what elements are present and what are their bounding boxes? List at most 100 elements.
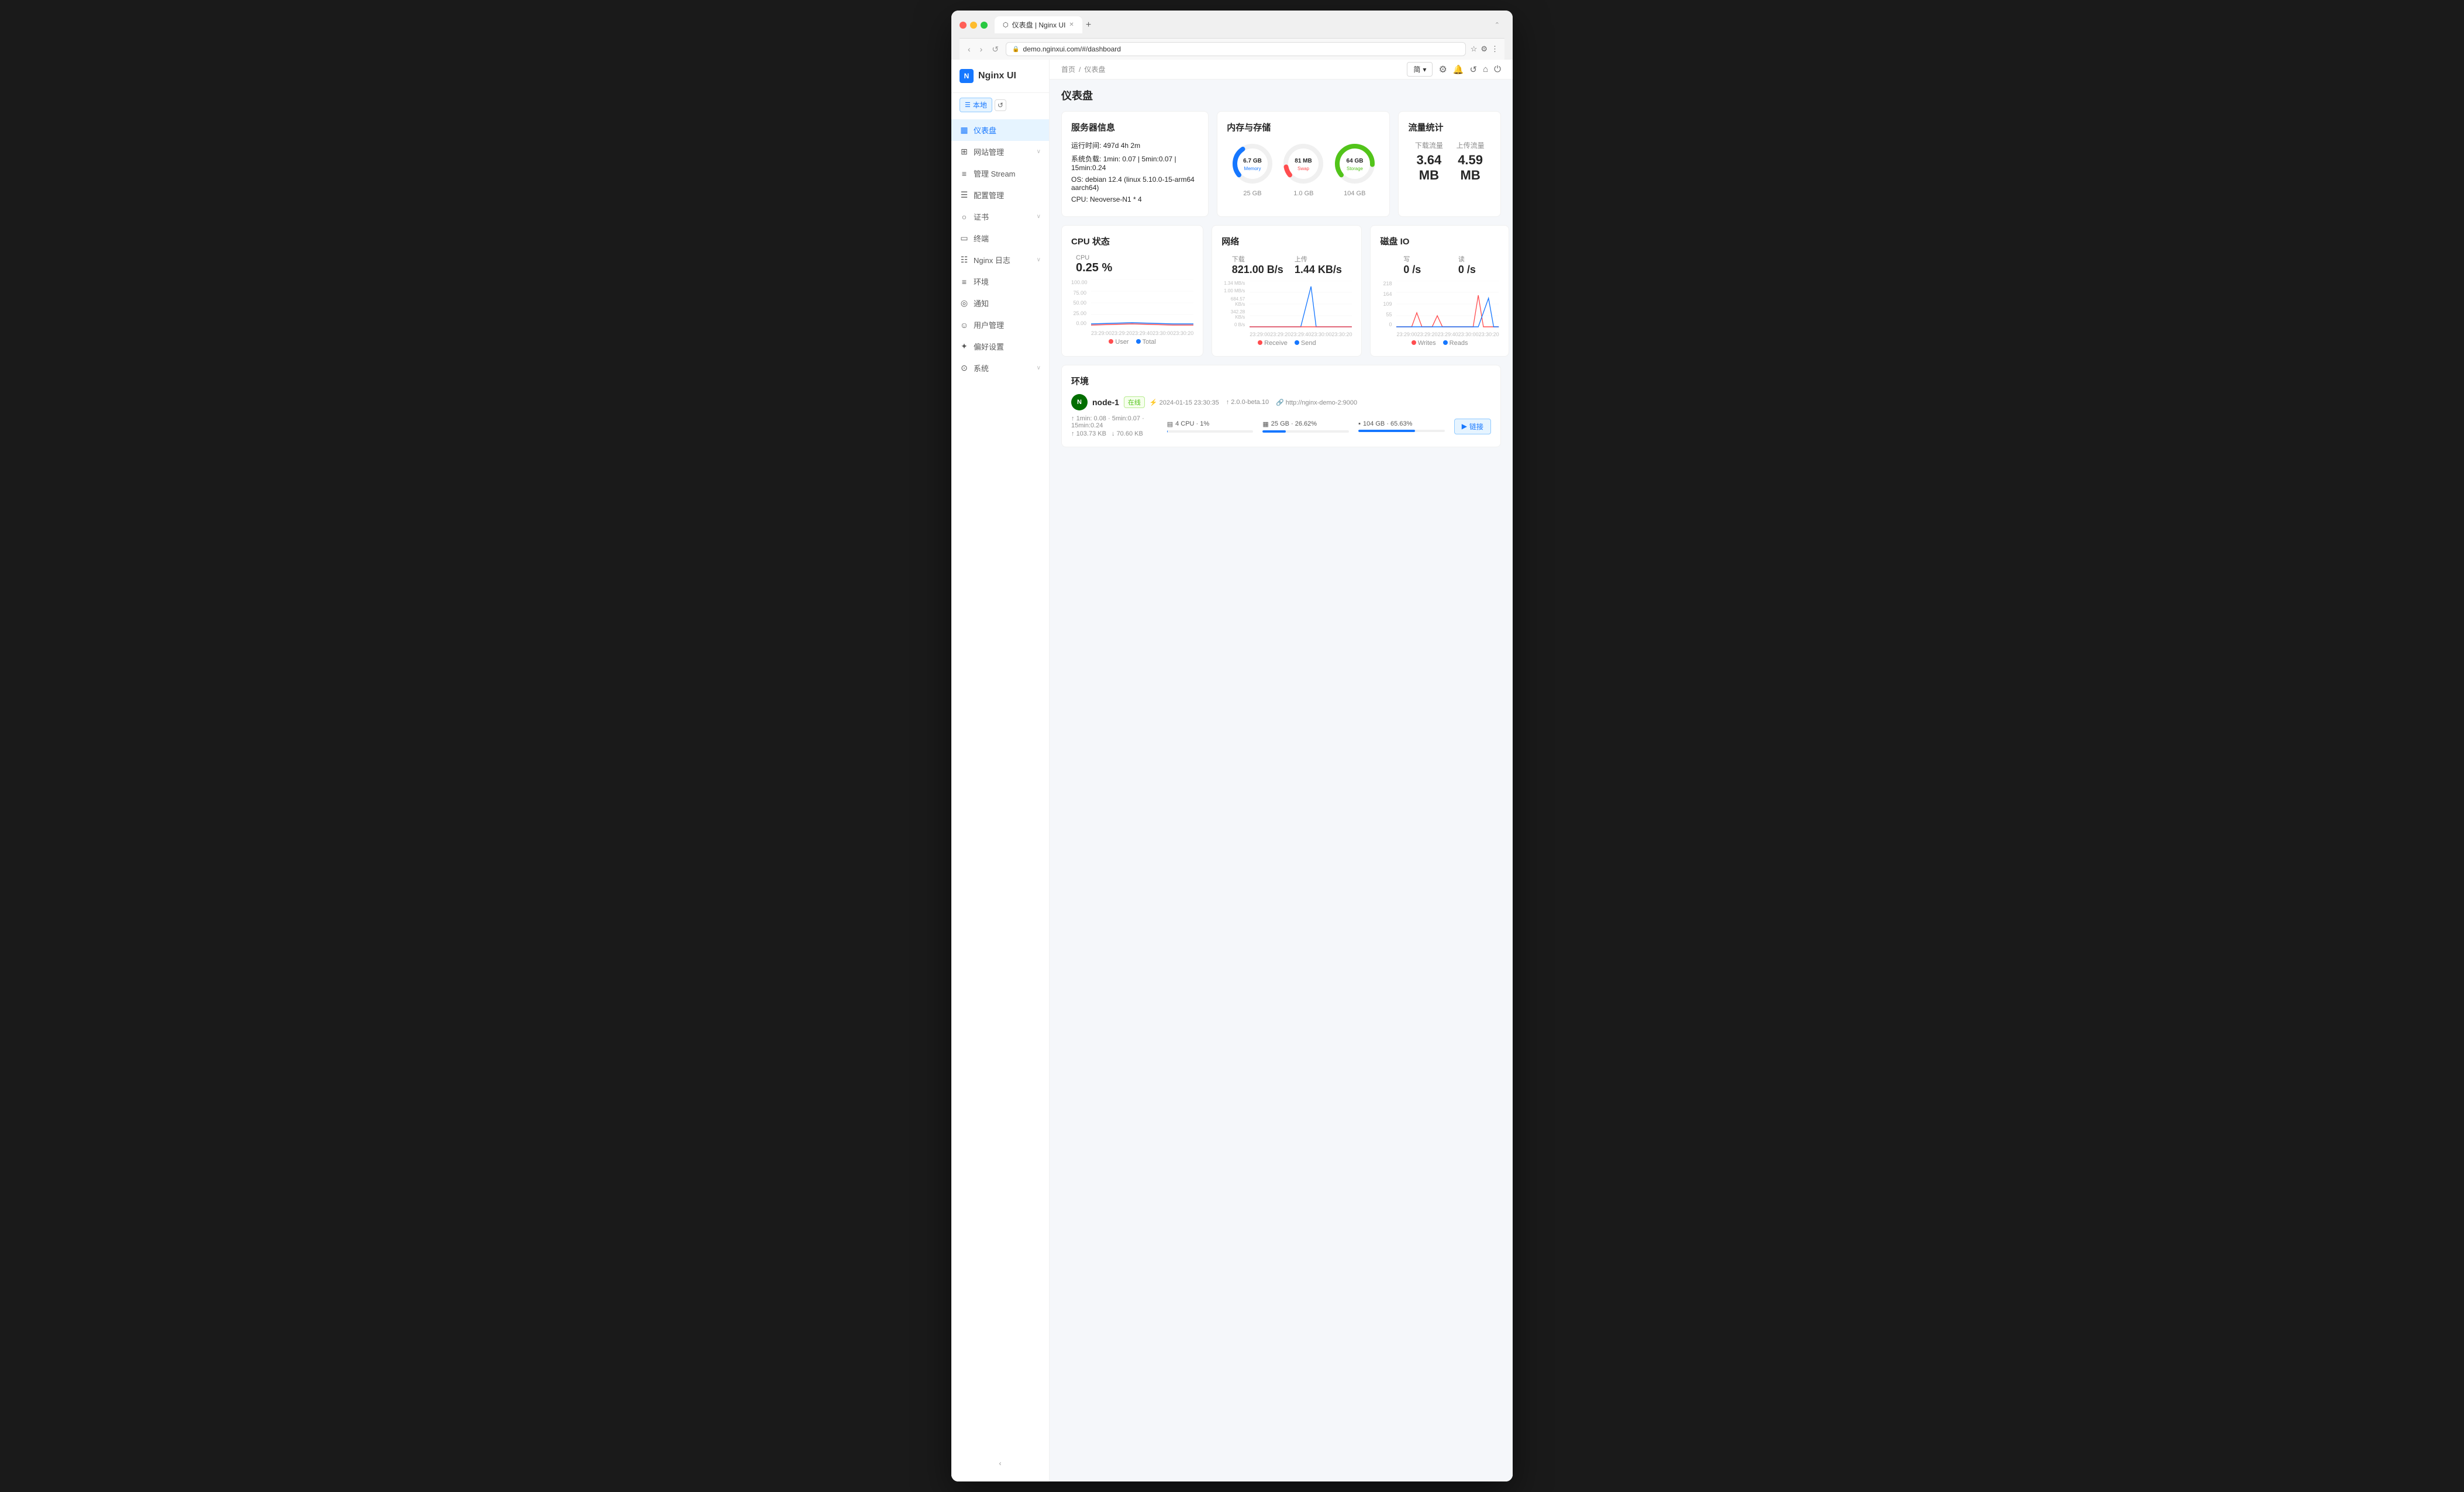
- swap-gauge-svg: 81 MB Swap: [1280, 140, 1327, 187]
- env-btn[interactable]: ☰ 本地: [960, 98, 992, 112]
- storage-total: 104 GB: [1331, 190, 1378, 197]
- dashboard-icon: ▦: [960, 125, 969, 135]
- net-download: 下载 821.00 B/s: [1232, 254, 1283, 276]
- node-storage-stat: ▪104 GB · 65.63%: [1358, 420, 1445, 432]
- back-btn[interactable]: ‹: [965, 43, 973, 55]
- arrow-icon: ∨: [1037, 257, 1041, 263]
- sidebar-collapse-btn[interactable]: ‹: [999, 1459, 1002, 1467]
- sidebar-item-dashboard[interactable]: ▦ 仪表盘: [951, 119, 1049, 141]
- logo-text: Nginx UI: [978, 71, 1016, 81]
- network-stats: 下载 821.00 B/s 上传 1.44 KB/s: [1221, 254, 1352, 281]
- sidebar-item-cert[interactable]: ○ 证书 ∨: [951, 206, 1049, 227]
- network-legend: Receive Send: [1221, 340, 1352, 347]
- cpu-x-axis: 23:29:0023:29:2023:29:4023:30:0023:30:20: [1091, 330, 1193, 336]
- node-logo: N: [1071, 394, 1088, 410]
- node-info-row: N node-1 在线 ⚡2024-01-15 23:30:35 ↑2.0.0-…: [1071, 394, 1491, 410]
- load-row: 系统负载: 1min: 0.07 | 5min:0.07 | 15min:0.2…: [1071, 154, 1199, 172]
- bell-icon[interactable]: 🔔: [1453, 64, 1464, 75]
- tab-close-btn[interactable]: ✕: [1069, 22, 1074, 28]
- node-cpu-label: ▤4 CPU · 1%: [1167, 420, 1254, 428]
- bookmark-btn[interactable]: ☆: [1471, 44, 1478, 54]
- terminal-icon: ▭: [960, 233, 969, 243]
- prefs-icon: ✦: [960, 341, 969, 351]
- node-storage-label: ▪104 GB · 65.63%: [1358, 420, 1445, 427]
- network-chart-container: 1.34 MB/s1.00 MB/s684.57 KB/s342.28 KB/s…: [1221, 281, 1352, 337]
- storage-progress-fill: [1358, 430, 1415, 432]
- env-refresh-btn[interactable]: ↺: [995, 99, 1006, 111]
- extensions-btn[interactable]: ⚙: [1481, 44, 1488, 54]
- network-title: 网络: [1221, 235, 1352, 247]
- receive-dot: [1258, 340, 1262, 345]
- cpu-row: CPU: Neoverse-N1 * 4: [1071, 195, 1199, 203]
- menu-btn[interactable]: ⋮: [1491, 44, 1499, 54]
- browser-tab[interactable]: ⬡ 仪表盘 | Nginx UI ✕: [995, 16, 1082, 33]
- config-icon: ☰: [960, 190, 969, 200]
- sidebar-item-terminal[interactable]: ▭ 终端: [951, 227, 1049, 249]
- server-info-card: 服务器信息 运行时间: 497d 4h 2m 系统负载: 1min: 0.07 …: [1061, 111, 1209, 217]
- disk-chart-container: 218164109550: [1380, 281, 1499, 337]
- sidebar-item-prefs[interactable]: ✦ 偏好设置: [951, 336, 1049, 357]
- website-icon: ⊞: [960, 147, 969, 157]
- node-meta-row: ⚡2024-01-15 23:30:35 ↑2.0.0-beta.10 🔗htt…: [1150, 399, 1357, 406]
- sidebar-item-config[interactable]: ☰ 配置管理: [951, 184, 1049, 206]
- node-link-btn[interactable]: ▶ 链接: [1454, 419, 1491, 434]
- cpu-total-dot: [1136, 339, 1141, 344]
- memory-gauge: 6.7 GB Memory 25 GB: [1229, 140, 1276, 197]
- traffic-card: 流量统计 下载流量 3.64 MB 上传流量 4.59 MB: [1398, 111, 1501, 217]
- network-chart-svg: [1250, 281, 1352, 327]
- lock-icon: 🔒: [1012, 46, 1019, 53]
- sidebar-item-notify[interactable]: ◎ 通知: [951, 292, 1049, 314]
- home-icon[interactable]: ⌂: [1483, 64, 1488, 74]
- main-content: 首页 / 仪表盘 简 ▾ ⚙ 🔔 ↺ ⌂ ⏻ 仪表盘: [1050, 60, 1513, 1481]
- refresh-icon[interactable]: ↺: [1469, 64, 1477, 75]
- swap-gauge: 81 MB Swap 1.0 GB: [1280, 140, 1327, 197]
- settings-icon[interactable]: ⚙: [1438, 64, 1447, 75]
- node-name: node-1: [1092, 398, 1119, 407]
- cpu-stat-value: 0.25 %: [1076, 261, 1189, 275]
- reload-btn[interactable]: ↺: [989, 43, 1001, 56]
- cpu-legend: User Total: [1071, 339, 1193, 346]
- node-memory-stat: ▦25 GB · 26.62%: [1262, 420, 1349, 433]
- network-chart-body: 23:29:0023:29:2023:29:4023:30:0023:30:20: [1250, 281, 1352, 337]
- download-label: 下载流量: [1408, 140, 1450, 150]
- sidebar-item-nginx-log[interactable]: ☷ Nginx 日志 ∨: [951, 249, 1049, 271]
- node-url: 🔗http://nginx-demo-2:9000: [1276, 399, 1357, 406]
- disk-title: 磁盘 IO: [1380, 235, 1499, 247]
- address-bar[interactable]: 🔒 demo.nginxui.com/#/dashboard: [1006, 42, 1466, 56]
- sidebar-item-users[interactable]: ☺ 用户管理: [951, 314, 1049, 336]
- forward-btn[interactable]: ›: [978, 43, 985, 55]
- upload-label: 上传流量: [1450, 140, 1491, 150]
- log-icon: ☷: [960, 255, 969, 265]
- sidebar-item-env[interactable]: ≡ 环境: [951, 271, 1049, 292]
- sidebar-item-website[interactable]: ⊞ 网站管理 ∨: [951, 141, 1049, 163]
- memory-progress-bar: [1262, 430, 1349, 433]
- lang-btn[interactable]: 简 ▾: [1407, 62, 1433, 77]
- page-header: 首页 / 仪表盘 简 ▾ ⚙ 🔔 ↺ ⌂ ⏻: [1050, 60, 1513, 80]
- uptime-row: 运行时间: 497d 4h 2m: [1071, 140, 1199, 150]
- traffic-light-red[interactable]: [960, 22, 967, 29]
- memory-card: 内存与存储 6.7 GB Memory 25 GB: [1217, 111, 1390, 217]
- disk-write: 写 0 /s: [1403, 254, 1421, 276]
- notify-icon: ◎: [960, 298, 969, 308]
- server-info-title: 服务器信息: [1071, 121, 1199, 133]
- cpu-progress-fill: [1167, 430, 1168, 433]
- url-text: demo.nginxui.com/#/dashboard: [1023, 45, 1121, 53]
- sidebar-item-stream[interactable]: ≡ 管理 Stream: [951, 163, 1049, 184]
- breadcrumb-home[interactable]: 首页: [1061, 64, 1075, 74]
- disk-stats: 写 0 /s 读 0 /s: [1380, 254, 1499, 281]
- gauge-row: 6.7 GB Memory 25 GB 81 MB: [1227, 140, 1380, 197]
- svg-text:Swap: Swap: [1297, 166, 1310, 171]
- env-selector: ☰ 本地 ↺: [951, 93, 1049, 117]
- disk-read: 读 0 /s: [1458, 254, 1476, 276]
- traffic-light-yellow[interactable]: [970, 22, 977, 29]
- logout-icon[interactable]: ⏻: [1494, 64, 1501, 74]
- sidebar-item-system[interactable]: ⊙ 系统 ∨: [951, 357, 1049, 379]
- memory-title: 内存与存储: [1227, 121, 1380, 133]
- cpu-chart-svg: [1091, 279, 1193, 326]
- node-version: ↑2.0.0-beta.10: [1226, 399, 1269, 406]
- cpu-progress-bar: [1167, 430, 1254, 433]
- traffic-light-green[interactable]: [981, 22, 988, 29]
- env-icon: ≡: [960, 277, 969, 286]
- new-tab-btn[interactable]: +: [1086, 20, 1091, 30]
- upload-item: 上传流量 4.59 MB: [1450, 140, 1491, 183]
